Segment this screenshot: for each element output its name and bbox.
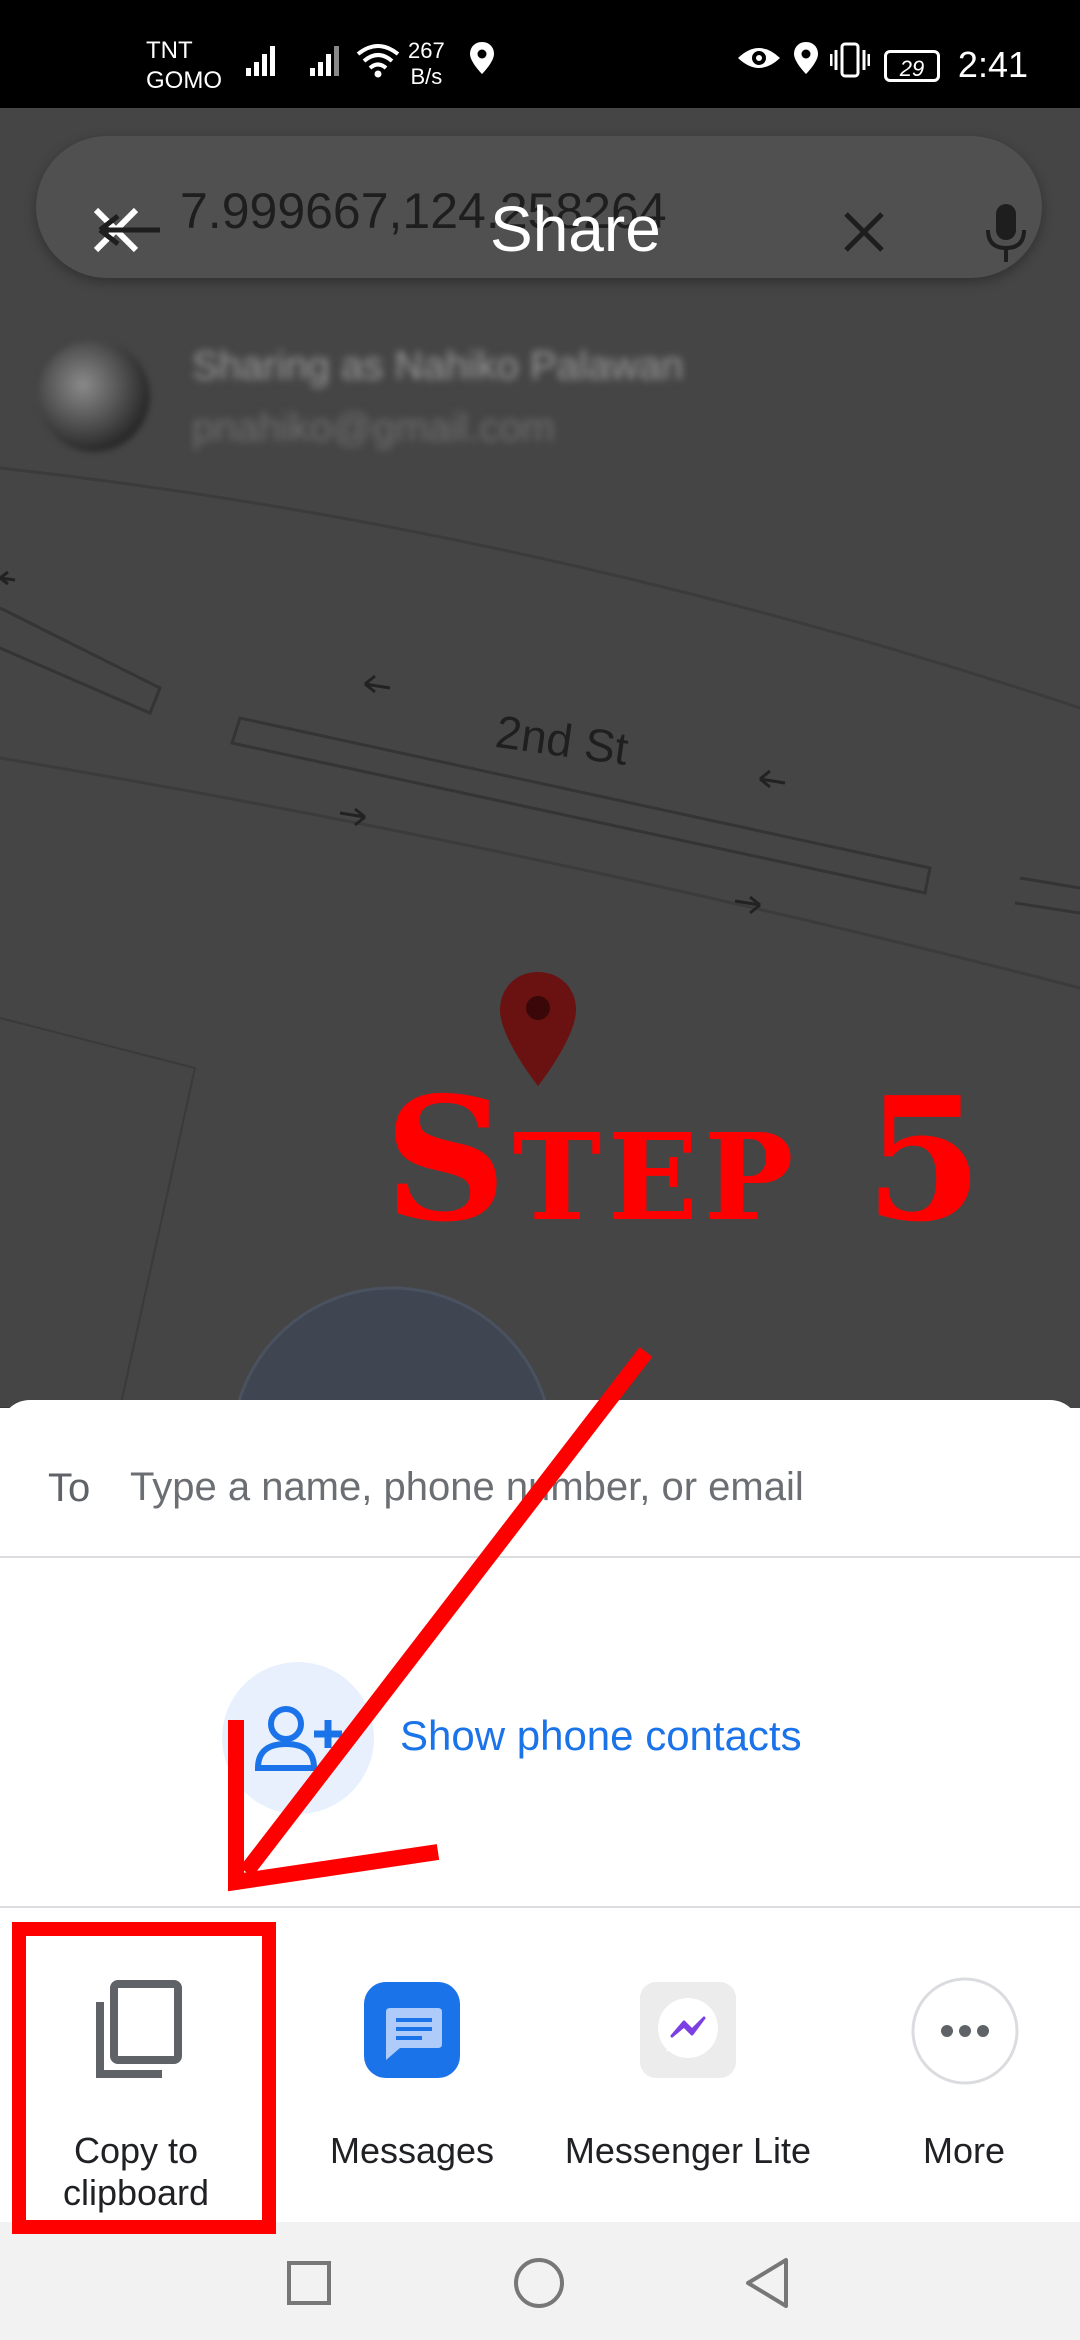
highlight-box: [12, 1922, 276, 2234]
